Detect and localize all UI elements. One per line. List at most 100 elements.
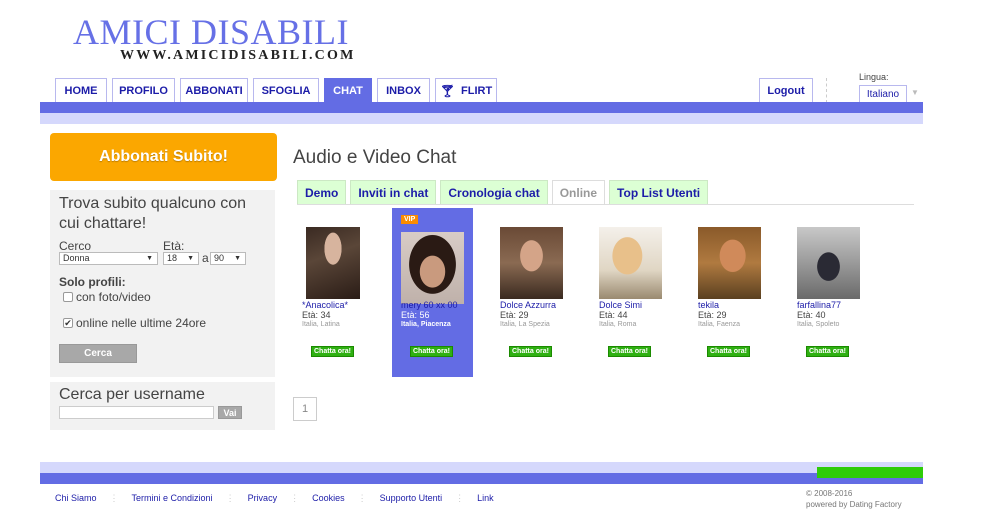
subtab-cronologia[interactable]: Cronologia chat: [440, 180, 548, 204]
chevron-down-icon: ▼: [187, 255, 194, 262]
footer-link-termini[interactable]: Termini e Condizioni: [132, 493, 213, 504]
footer-link-privacy[interactable]: Privacy: [248, 493, 278, 504]
eta-label: Età:: [163, 239, 185, 253]
profile-location: Italia, Piacenza: [401, 321, 451, 328]
search-button[interactable]: Cerca: [59, 344, 137, 363]
footer-link-supporto[interactable]: Supporto Utenti: [380, 493, 443, 504]
profile-card: Dolce Azzurra Età: 29 Italia, La Spezia …: [491, 208, 572, 377]
header-bar: [40, 102, 923, 113]
profile-name[interactable]: *Anacolica*: [302, 300, 348, 310]
nav-tab-chat[interactable]: CHAT: [324, 78, 372, 103]
footer-accent: [817, 467, 923, 478]
nav-tab-inbox[interactable]: INBOX: [377, 78, 430, 103]
profile-age: Età: 29: [500, 310, 529, 320]
copyright: © 2008-2016 powered by Dating Factory: [806, 488, 902, 510]
chat-now-button[interactable]: Chatta ora!: [509, 346, 552, 357]
gender-select-value: Donna: [63, 253, 90, 263]
search-panel: Trova subito qualcuno con cui chattare! …: [50, 190, 275, 377]
site-logo[interactable]: AMICI DISABILI WWW.AMICIDISABILI.COM: [73, 12, 356, 64]
profile-location: Italia, Spoleto: [797, 321, 840, 328]
username-input[interactable]: [59, 406, 214, 419]
go-button[interactable]: Vai: [218, 406, 242, 419]
copyright-years: © 2008-2016: [806, 489, 853, 498]
vip-badge: VIP: [401, 215, 419, 224]
profile-age: Età: 34: [302, 310, 331, 320]
age-to-select[interactable]: 90 ▼: [210, 252, 246, 265]
with-photo-checkbox[interactable]: [63, 292, 73, 302]
logo-url: WWW.AMICIDISABILI.COM: [120, 48, 356, 63]
age-from-value: 18: [167, 253, 178, 263]
chat-now-button[interactable]: Chatta ora!: [608, 346, 651, 357]
search-title: Trova subito qualcuno con cui chattare!: [59, 195, 247, 232]
footer-separator: ⋮: [455, 493, 465, 503]
footer-link-cookies[interactable]: Cookies: [312, 493, 345, 504]
chat-subtabs: Demo Inviti in chat Cronologia chat Onli…: [297, 180, 709, 204]
footer-bar: [40, 473, 923, 484]
profile-name[interactable]: farfallina77: [797, 300, 841, 310]
age-from-select[interactable]: 18 ▼: [163, 252, 199, 265]
subtab-toplist[interactable]: Top List Utenti: [609, 180, 709, 204]
nav-tab-flirt[interactable]: 🍸︎ FLIRT: [435, 78, 497, 103]
subtab-inviti[interactable]: Inviti in chat: [350, 180, 437, 204]
profile-name[interactable]: mery 60 xx 00: [401, 300, 458, 310]
chat-now-button[interactable]: Chatta ora!: [410, 346, 453, 357]
profile-photo[interactable]: [500, 227, 563, 299]
chevron-down-icon[interactable]: ▼: [911, 88, 919, 97]
online-option[interactable]: ✔ online nelle ultime 24ore: [63, 316, 206, 330]
nav-tab-home[interactable]: HOME: [55, 78, 107, 103]
nav-tab-abbonati[interactable]: ABBONATI: [180, 78, 248, 103]
profile-age: Età: 44: [599, 310, 628, 320]
footer-separator: ⋮: [109, 493, 119, 503]
powered-by[interactable]: powered by Dating Factory: [806, 499, 902, 510]
profile-photo[interactable]: [401, 232, 464, 304]
footer-separator: ⋮: [290, 493, 300, 503]
subtab-online[interactable]: Online: [551, 180, 606, 204]
profile-location: Italia, Roma: [599, 321, 637, 328]
profile-photo[interactable]: [698, 227, 761, 299]
pagination-page[interactable]: 1: [293, 397, 317, 421]
online-checkbox[interactable]: ✔: [63, 318, 73, 328]
profile-age: Età: 56: [401, 310, 430, 320]
chat-now-button[interactable]: Chatta ora!: [707, 346, 750, 357]
nav-tab-sfoglia[interactable]: SFOGLIA: [253, 78, 319, 103]
profile-age: Età: 40: [797, 310, 826, 320]
age-separator: a: [202, 251, 209, 265]
profile-location: Italia, Faenza: [698, 321, 741, 328]
with-photo-label: con foto/video: [76, 290, 151, 304]
profile-photo[interactable]: [797, 227, 860, 299]
with-photo-option[interactable]: con foto/video: [63, 290, 151, 304]
profile-card: tekila Età: 29 Italia, Faenza Chatta ora…: [689, 208, 770, 377]
nav-tab-profilo[interactable]: PROFILO: [112, 78, 175, 103]
main-nav: HOME PROFILO ABBONATI SFOGLIA CHAT INBOX…: [55, 78, 497, 103]
profile-card: Dolce Simi Età: 44 Italia, Roma Chatta o…: [590, 208, 671, 377]
username-search-panel: Cerca per username Vai: [50, 382, 275, 430]
gender-select[interactable]: Donna ▼: [59, 252, 158, 265]
profile-photo[interactable]: [306, 227, 360, 299]
chevron-down-icon: ▼: [146, 255, 153, 262]
username-search-title: Cerca per username: [59, 386, 205, 403]
profile-age: Età: 29: [698, 310, 727, 320]
nav-tab-flirt-label: FLIRT: [461, 85, 493, 97]
profile-name[interactable]: Dolce Azzurra: [500, 300, 556, 310]
chat-now-button[interactable]: Chatta ora!: [806, 346, 849, 357]
footer-link-chi-siamo[interactable]: Chi Siamo: [55, 493, 97, 504]
footer-separator: ⋮: [225, 493, 235, 503]
cocktail-glass-icon: 🍸︎: [439, 84, 456, 98]
profile-name[interactable]: Dolce Simi: [599, 300, 642, 310]
subtab-demo[interactable]: Demo: [297, 180, 347, 204]
chat-now-button[interactable]: Chatta ora!: [311, 346, 354, 357]
footer-links: Chi Siamo ⋮ Termini e Condizioni ⋮ Priva…: [55, 493, 494, 504]
cerco-label: Cerco: [59, 239, 92, 253]
header-subbar: [40, 113, 923, 124]
footer-link-link[interactable]: Link: [477, 493, 494, 504]
profile-name[interactable]: tekila: [698, 300, 719, 310]
subscribe-button[interactable]: Abbonati Subito!: [50, 133, 277, 181]
footer-separator: ⋮: [357, 493, 367, 503]
profile-photo[interactable]: [599, 227, 662, 299]
profile-location: Italia, La Spezia: [500, 321, 550, 328]
footer-subbar: [40, 462, 923, 473]
online-label: online nelle ultime 24ore: [76, 316, 207, 330]
language-select[interactable]: Italiano: [859, 85, 907, 102]
logo-title: AMICI DISABILI: [73, 12, 349, 52]
logout-button[interactable]: Logout: [759, 78, 813, 103]
